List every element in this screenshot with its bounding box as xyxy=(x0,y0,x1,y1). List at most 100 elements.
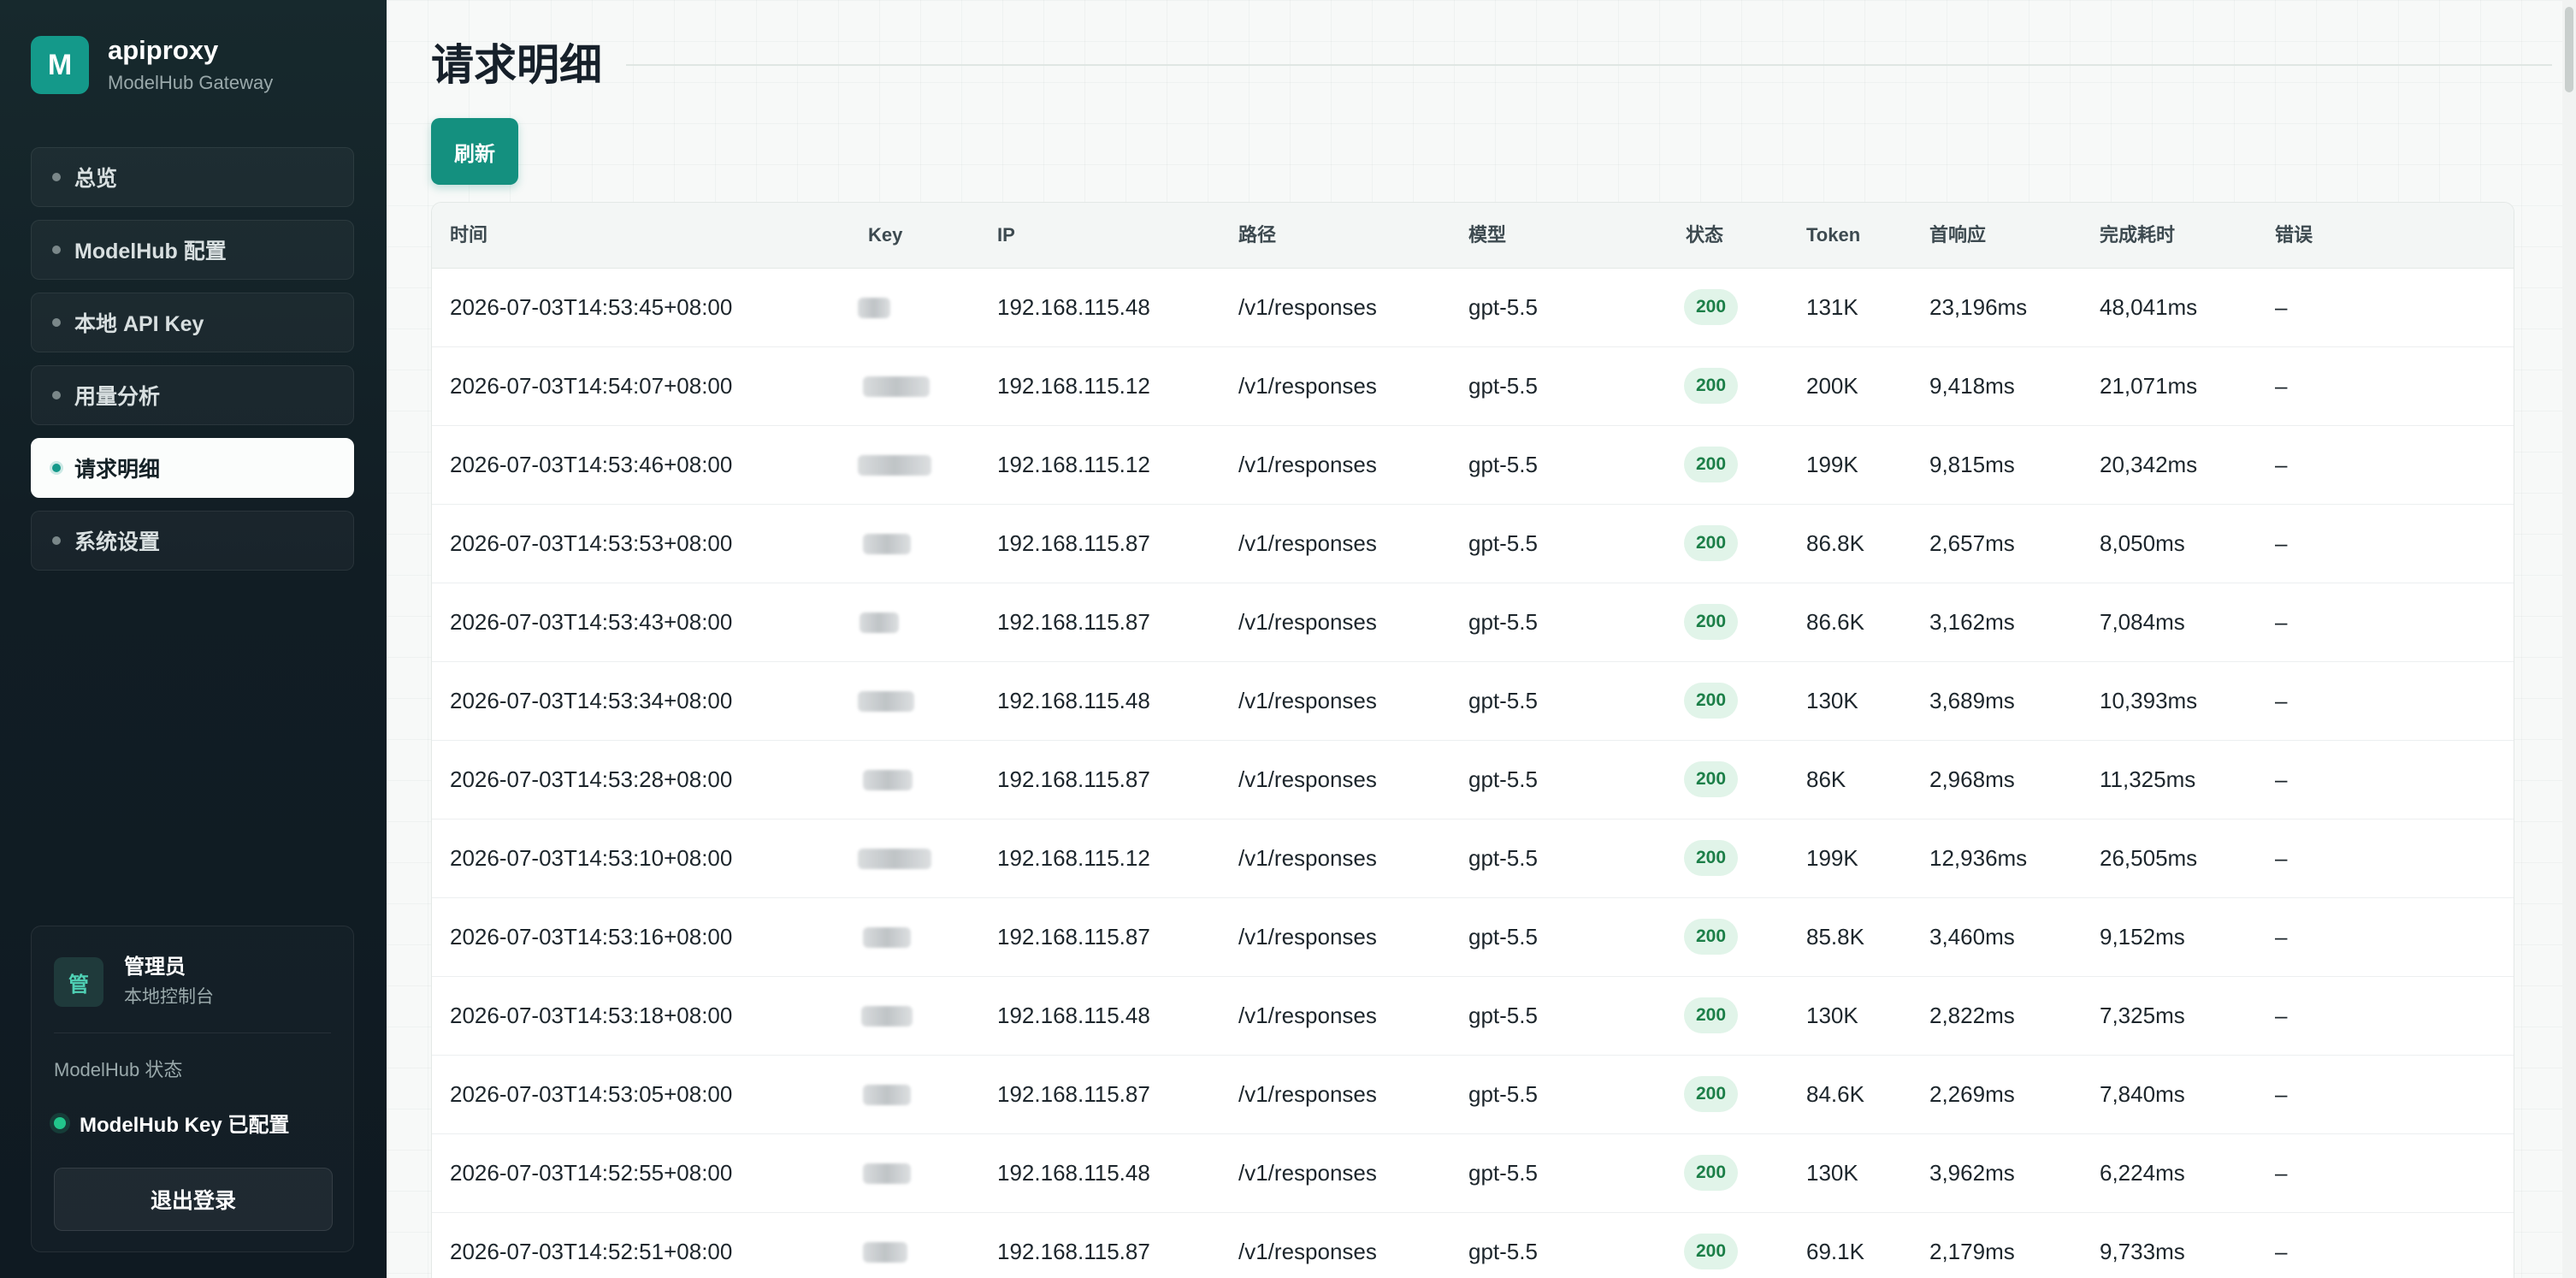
cell-token: 84.6K xyxy=(1806,1081,1864,1107)
table-row[interactable]: 2026-07-03T14:53:18+08:00 192.168.115.48 /… xyxy=(432,977,2514,1056)
bullet-dot-icon xyxy=(52,173,61,181)
column-header-path: 路径 xyxy=(1238,224,1277,246)
sidebar-item-overview[interactable]: 总览 xyxy=(31,147,354,207)
cell-ip: 192.168.115.12 xyxy=(997,373,1150,399)
column-header-ip: IP xyxy=(997,224,1015,246)
column-header-first-response: 首响应 xyxy=(1929,224,1987,246)
brand-text: apiproxy ModelHub Gateway xyxy=(108,34,273,96)
cell-error: – xyxy=(2275,294,2288,320)
sidebar-item-label: ModelHub 配置 xyxy=(74,240,227,263)
sidebar-item-system-settings[interactable]: 系统设置 xyxy=(31,511,354,571)
table-row[interactable]: 2026-07-03T14:53:05+08:00 192.168.115.87 /… xyxy=(432,1056,2514,1134)
cell-time: 2026-07-03T14:53:18+08:00 xyxy=(450,1003,733,1028)
cell-token: 131K xyxy=(1806,294,1858,320)
cell-model: gpt-5.5 xyxy=(1468,294,1538,320)
column-header-token: Token xyxy=(1806,224,1861,246)
cell-ip: 192.168.115.87 xyxy=(997,1239,1150,1264)
cell-error: – xyxy=(2275,452,2288,477)
status-badge: 200 xyxy=(1684,447,1739,482)
status-badge: 200 xyxy=(1684,604,1739,640)
sidebar-item-request-details[interactable]: 请求明细 xyxy=(31,438,354,498)
cell-token: 86K xyxy=(1806,766,1846,792)
cell-total-duration: 48,041ms xyxy=(2100,294,2198,320)
cell-error: – xyxy=(2275,530,2288,556)
cell-model: gpt-5.5 xyxy=(1468,609,1538,635)
refresh-button[interactable]: 刷新 xyxy=(431,118,518,185)
logout-button[interactable]: 退出登录 xyxy=(54,1168,333,1231)
cell-token: 199K xyxy=(1806,845,1858,871)
cell-error: – xyxy=(2275,609,2288,635)
bullet-dot-icon xyxy=(52,246,61,254)
brand[interactable]: M apiproxy ModelHub Gateway xyxy=(31,34,273,96)
status-badge: 200 xyxy=(1684,368,1739,404)
table-row[interactable]: 2026-07-03T14:53:46+08:00 192.168.115.12 /… xyxy=(432,426,2514,505)
table-row[interactable]: 2026-07-03T14:52:55+08:00 192.168.115.48 /… xyxy=(432,1134,2514,1213)
cell-time: 2026-07-03T14:52:55+08:00 xyxy=(450,1160,733,1186)
cell-error: – xyxy=(2275,688,2288,713)
table-row[interactable]: 2026-07-03T14:53:53+08:00 192.168.115.87 /… xyxy=(432,505,2514,583)
cell-path: /v1/responses xyxy=(1238,1160,1377,1186)
vertical-scrollbar[interactable] xyxy=(2562,0,2576,1278)
redacted-key-icon xyxy=(858,849,931,869)
cell-token: 86.8K xyxy=(1806,530,1864,556)
table-row[interactable]: 2026-07-03T14:53:16+08:00 192.168.115.87 /… xyxy=(432,898,2514,977)
cell-ip: 192.168.115.12 xyxy=(997,845,1150,871)
cell-ip: 192.168.115.48 xyxy=(997,1160,1150,1186)
sidebar-item-local-api-key[interactable]: 本地 API Key xyxy=(31,293,354,352)
cell-error: – xyxy=(2275,924,2288,950)
scrollbar-thumb[interactable] xyxy=(2565,7,2573,92)
cell-model: gpt-5.5 xyxy=(1468,1239,1538,1264)
cell-total-duration: 21,071ms xyxy=(2100,373,2198,399)
page-header: 请求明细 xyxy=(431,33,2552,98)
cell-total-duration: 7,840ms xyxy=(2100,1081,2185,1107)
status-badge: 200 xyxy=(1684,761,1739,797)
title-divider xyxy=(626,64,2552,66)
table-row[interactable]: 2026-07-03T14:52:51+08:00 192.168.115.87 /… xyxy=(432,1213,2514,1278)
redacted-key-icon xyxy=(858,691,914,712)
redacted-key-icon xyxy=(863,1085,911,1105)
table-row[interactable]: 2026-07-03T14:53:43+08:00 192.168.115.87 /… xyxy=(432,583,2514,662)
cell-time: 2026-07-03T14:53:43+08:00 xyxy=(450,609,733,635)
cell-time: 2026-07-03T14:52:51+08:00 xyxy=(450,1239,733,1264)
sidebar-item-modelhub-config[interactable]: ModelHub 配置 xyxy=(31,220,354,280)
status-badge: 200 xyxy=(1684,840,1739,876)
column-header-key: Key xyxy=(868,224,903,246)
redacted-key-icon xyxy=(863,534,911,554)
column-header-model: 模型 xyxy=(1468,224,1507,246)
cell-token: 69.1K xyxy=(1806,1239,1864,1264)
user-name: 管理员 xyxy=(124,956,186,979)
cell-model: gpt-5.5 xyxy=(1468,452,1538,477)
cell-token: 130K xyxy=(1806,1003,1858,1028)
cell-error: – xyxy=(2275,373,2288,399)
cell-ip: 192.168.115.48 xyxy=(997,1003,1150,1028)
cell-token: 85.8K xyxy=(1806,924,1864,950)
app-subtitle: ModelHub Gateway xyxy=(108,72,274,93)
redacted-key-icon xyxy=(863,1242,907,1263)
status-dot-icon xyxy=(54,1116,66,1129)
table-row[interactable]: 2026-07-03T14:53:34+08:00 192.168.115.48 /… xyxy=(432,662,2514,741)
cell-path: /v1/responses xyxy=(1238,609,1377,635)
table-row[interactable]: 2026-07-03T14:53:45+08:00 192.168.115.48 /… xyxy=(432,269,2514,347)
cell-time: 2026-07-03T14:53:05+08:00 xyxy=(450,1081,733,1107)
redacted-key-icon xyxy=(858,455,931,476)
cell-first-response: 2,968ms xyxy=(1929,766,2015,792)
cell-path: /v1/responses xyxy=(1238,294,1377,320)
cell-ip: 192.168.115.87 xyxy=(997,609,1150,635)
cell-error: – xyxy=(2275,1003,2288,1028)
sidebar-item-usage-analysis[interactable]: 用量分析 xyxy=(31,365,354,425)
redacted-key-icon xyxy=(863,770,913,790)
cell-path: /v1/responses xyxy=(1238,530,1377,556)
table-row[interactable]: 2026-07-03T14:54:07+08:00 192.168.115.12 /… xyxy=(432,347,2514,426)
cell-token: 199K xyxy=(1806,452,1858,477)
cell-first-response: 9,418ms xyxy=(1929,373,2015,399)
user-info: 管 管理员 本地控制台 xyxy=(54,954,214,1010)
table-row[interactable]: 2026-07-03T14:53:28+08:00 192.168.115.87 /… xyxy=(432,741,2514,819)
cell-first-response: 2,179ms xyxy=(1929,1239,2015,1264)
status-badge: 200 xyxy=(1684,683,1739,719)
table-row[interactable]: 2026-07-03T14:53:10+08:00 192.168.115.12 /… xyxy=(432,819,2514,898)
page-title: 请求明细 xyxy=(431,41,602,89)
cell-error: – xyxy=(2275,845,2288,871)
cell-path: /v1/responses xyxy=(1238,766,1377,792)
cell-error: – xyxy=(2275,1239,2288,1264)
cell-time: 2026-07-03T14:54:07+08:00 xyxy=(450,373,733,399)
